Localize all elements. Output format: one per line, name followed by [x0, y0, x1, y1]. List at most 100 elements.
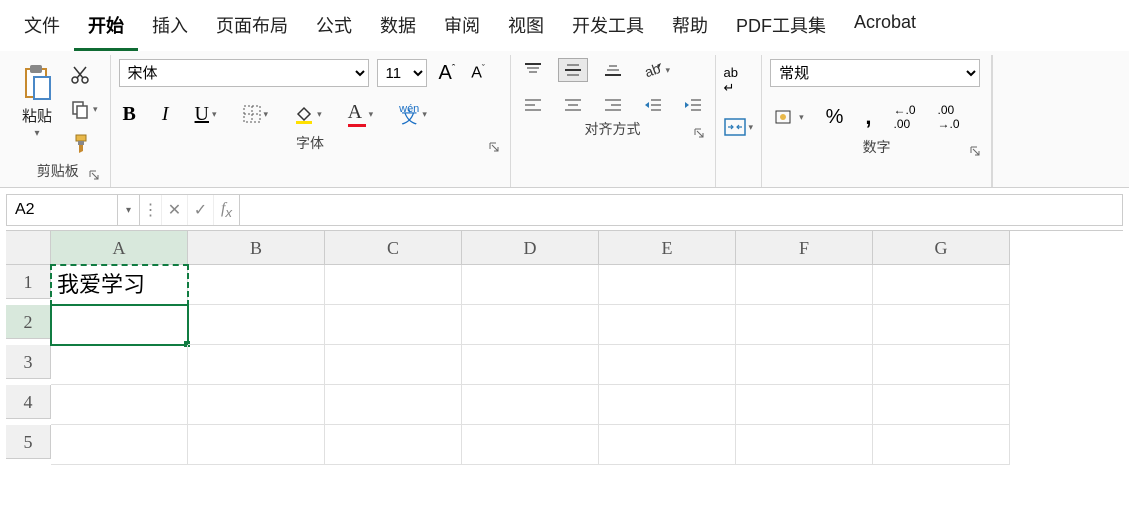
- cell-A4[interactable]: [51, 385, 188, 425]
- col-head-F[interactable]: F: [736, 231, 873, 265]
- align-left-button[interactable]: [519, 95, 547, 115]
- cell-F1[interactable]: [736, 265, 873, 305]
- paste-button[interactable]: 粘贴 ▾: [14, 59, 60, 143]
- col-head-E[interactable]: E: [599, 231, 736, 265]
- font-name-select[interactable]: 宋体: [119, 59, 369, 87]
- row-head-4[interactable]: 4: [6, 385, 51, 419]
- cell-A1[interactable]: 我爱学习: [51, 265, 188, 305]
- tab-acrobat[interactable]: Acrobat: [840, 6, 930, 51]
- formula-input[interactable]: [239, 195, 1122, 225]
- alignment-launcher[interactable]: [693, 127, 707, 141]
- cell-G3[interactable]: [873, 345, 1010, 385]
- cell-B1[interactable]: [188, 265, 325, 305]
- col-head-A[interactable]: A: [51, 231, 188, 265]
- cut-button[interactable]: [66, 63, 102, 87]
- tab-page-layout[interactable]: 页面布局: [202, 6, 302, 51]
- tab-review[interactable]: 审阅: [430, 6, 494, 51]
- tab-data[interactable]: 数据: [366, 6, 430, 51]
- fill-color-button[interactable]: [290, 102, 326, 126]
- align-top-button[interactable]: [519, 59, 547, 81]
- enter-formula-button[interactable]: ✓: [187, 195, 213, 225]
- cell-C5[interactable]: [325, 425, 462, 465]
- cell-A5[interactable]: [51, 425, 188, 465]
- phonetic-button[interactable]: wén文: [395, 102, 431, 127]
- cell-D2[interactable]: [462, 305, 599, 345]
- number-launcher[interactable]: [969, 145, 983, 159]
- cell-C1[interactable]: [325, 265, 462, 305]
- decrease-decimal-button[interactable]: .00→.0: [934, 101, 964, 133]
- format-painter-button[interactable]: [66, 131, 102, 157]
- cell-E3[interactable]: [599, 345, 736, 385]
- cell-G2[interactable]: [873, 305, 1010, 345]
- align-bottom-button[interactable]: [599, 59, 627, 81]
- increase-indent-button[interactable]: [679, 95, 707, 115]
- percent-button[interactable]: %: [822, 104, 848, 131]
- font-launcher[interactable]: [488, 141, 502, 155]
- decrease-indent-button[interactable]: [639, 95, 667, 115]
- underline-button[interactable]: U: [191, 101, 221, 128]
- orientation-button[interactable]: ab: [639, 59, 675, 81]
- cell-C2[interactable]: [325, 305, 462, 345]
- cell-F3[interactable]: [736, 345, 873, 385]
- col-head-C[interactable]: C: [325, 231, 462, 265]
- comma-button[interactable]: ,: [861, 102, 875, 132]
- shrink-font-button[interactable]: Aˇ: [467, 61, 489, 84]
- cell-E2[interactable]: [599, 305, 736, 345]
- wrap-text-button[interactable]: ab↵: [720, 63, 742, 98]
- tab-file[interactable]: 文件: [10, 6, 74, 51]
- cell-D4[interactable]: [462, 385, 599, 425]
- cell-A2[interactable]: [51, 305, 188, 345]
- name-box[interactable]: [7, 195, 117, 225]
- clipboard-launcher[interactable]: [88, 169, 102, 183]
- cell-D1[interactable]: [462, 265, 599, 305]
- row-head-3[interactable]: 3: [6, 345, 51, 379]
- cell-G1[interactable]: [873, 265, 1010, 305]
- grow-font-button[interactable]: Aˆ: [435, 60, 460, 87]
- cell-E4[interactable]: [599, 385, 736, 425]
- increase-decimal-button[interactable]: ←.0.00: [890, 101, 920, 133]
- cell-B5[interactable]: [188, 425, 325, 465]
- select-all-corner[interactable]: [6, 231, 51, 265]
- align-right-button[interactable]: [599, 95, 627, 115]
- col-head-D[interactable]: D: [462, 231, 599, 265]
- italic-button[interactable]: I: [158, 101, 173, 128]
- cell-D3[interactable]: [462, 345, 599, 385]
- borders-button[interactable]: [239, 103, 273, 125]
- number-format-select[interactable]: 常规: [770, 59, 980, 87]
- name-box-dropdown[interactable]: ▾: [117, 195, 139, 225]
- tab-home[interactable]: 开始: [74, 6, 138, 51]
- cell-C4[interactable]: [325, 385, 462, 425]
- cell-E5[interactable]: [599, 425, 736, 465]
- tab-insert[interactable]: 插入: [138, 6, 202, 51]
- insert-function-button[interactable]: fx: [213, 195, 239, 225]
- row-head-2[interactable]: 2: [6, 305, 51, 339]
- tab-view[interactable]: 视图: [494, 6, 558, 51]
- copy-button[interactable]: [66, 97, 102, 121]
- tab-developer[interactable]: 开发工具: [558, 6, 658, 51]
- font-size-select[interactable]: 11: [377, 59, 427, 87]
- cell-B4[interactable]: [188, 385, 325, 425]
- cell-G5[interactable]: [873, 425, 1010, 465]
- cell-E1[interactable]: [599, 265, 736, 305]
- col-head-G[interactable]: G: [873, 231, 1010, 265]
- tab-pdf-tools[interactable]: PDF工具集: [722, 6, 840, 51]
- cell-A3[interactable]: [51, 345, 188, 385]
- cell-B3[interactable]: [188, 345, 325, 385]
- row-head-1[interactable]: 1: [6, 265, 51, 299]
- col-head-B[interactable]: B: [188, 231, 325, 265]
- cell-D5[interactable]: [462, 425, 599, 465]
- tab-help[interactable]: 帮助: [658, 6, 722, 51]
- align-middle-button[interactable]: [559, 59, 587, 81]
- cell-C3[interactable]: [325, 345, 462, 385]
- accounting-format-button[interactable]: [770, 106, 808, 128]
- tab-formulas[interactable]: 公式: [302, 6, 366, 51]
- formula-bar-options[interactable]: ⋮: [139, 195, 161, 225]
- cell-B2[interactable]: [188, 305, 325, 345]
- cell-G4[interactable]: [873, 385, 1010, 425]
- cell-F4[interactable]: [736, 385, 873, 425]
- cell-F5[interactable]: [736, 425, 873, 465]
- font-color-button[interactable]: A: [344, 99, 378, 129]
- bold-button[interactable]: B: [119, 101, 140, 128]
- align-center-button[interactable]: [559, 95, 587, 115]
- cell-F2[interactable]: [736, 305, 873, 345]
